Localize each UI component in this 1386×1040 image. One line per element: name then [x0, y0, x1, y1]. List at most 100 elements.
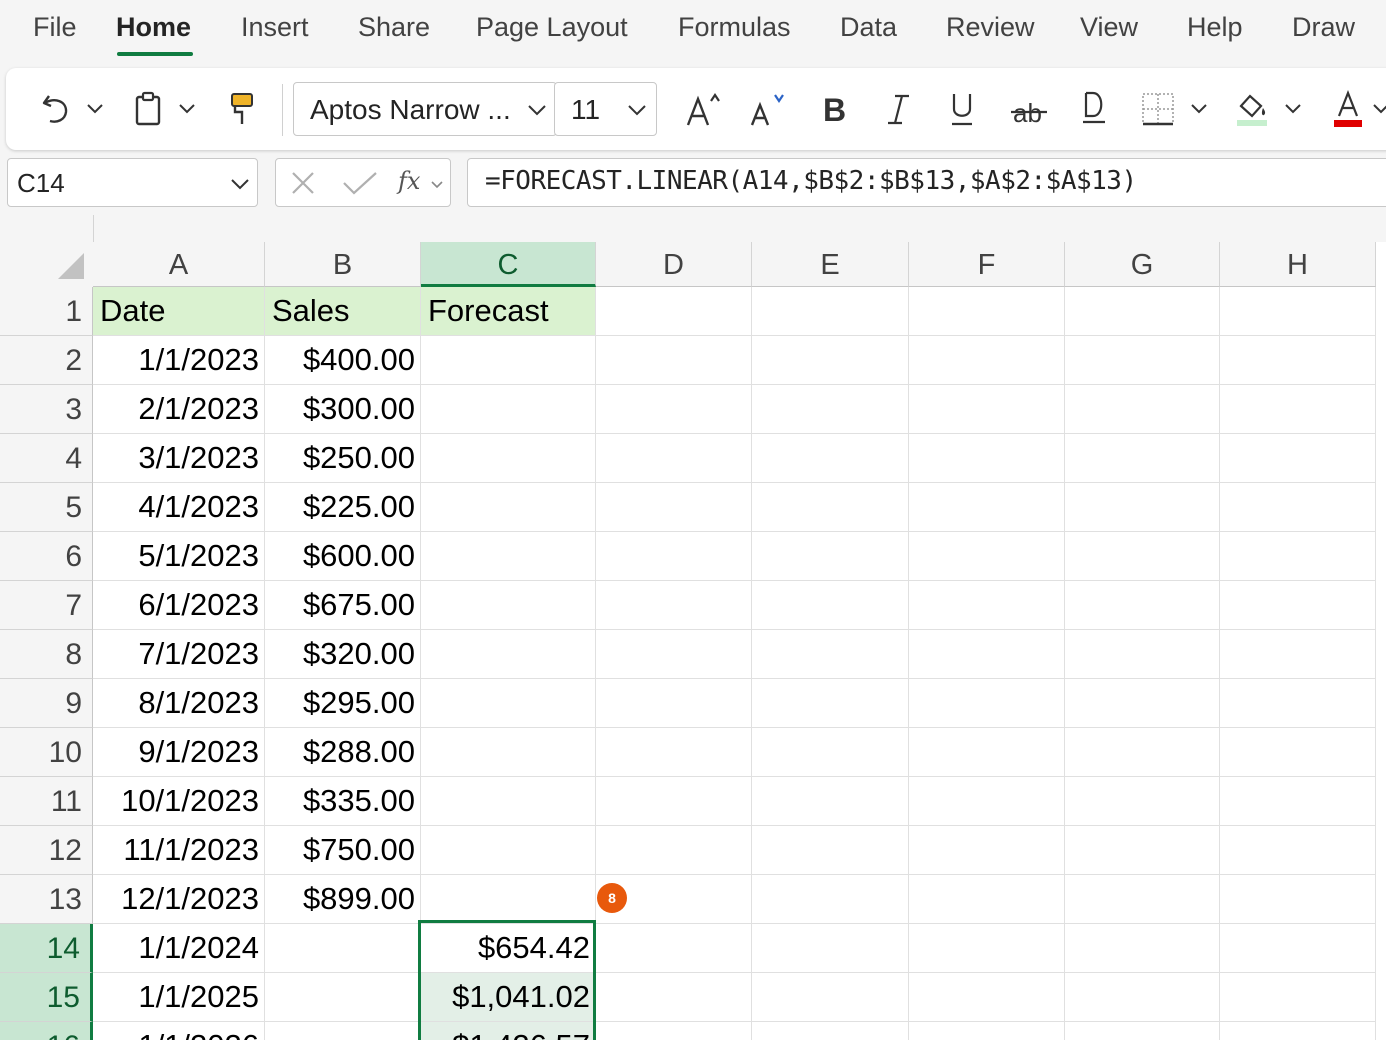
column-header-g[interactable]: G	[1065, 242, 1220, 287]
cell-c16[interactable]: $1,426.57	[421, 1022, 596, 1040]
cell-f7[interactable]	[909, 581, 1065, 630]
cell-g2[interactable]	[1065, 336, 1220, 385]
cell-c7[interactable]	[421, 581, 596, 630]
row-header-8[interactable]: 8	[0, 630, 93, 679]
cell-h3[interactable]	[1220, 385, 1376, 434]
cell-a4[interactable]: 3/1/2023	[93, 434, 265, 483]
cell-e13[interactable]	[752, 875, 909, 924]
tab-formulas[interactable]: Formulas	[678, 12, 791, 43]
borders-button[interactable]	[1138, 68, 1178, 150]
cell-c8[interactable]	[421, 630, 596, 679]
row-header-2[interactable]: 2	[0, 336, 93, 385]
paste-dropdown[interactable]	[176, 68, 198, 150]
fill-color-dropdown[interactable]	[1282, 68, 1304, 150]
decrease-font-button[interactable]	[746, 68, 790, 150]
cell-b15[interactable]	[265, 973, 421, 1022]
cell-h6[interactable]	[1220, 532, 1376, 581]
cell-h14[interactable]	[1220, 924, 1376, 973]
cell-c5[interactable]	[421, 483, 596, 532]
cell-d14[interactable]	[596, 924, 752, 973]
row-header-1[interactable]: 1	[0, 287, 93, 336]
row-header-16[interactable]: 16	[0, 1022, 93, 1040]
cell-c15[interactable]: $1,041.02	[421, 973, 596, 1022]
cell-b5[interactable]: $225.00	[265, 483, 421, 532]
cell-b4[interactable]: $250.00	[265, 434, 421, 483]
cell-d16[interactable]	[596, 1022, 752, 1040]
row-header-9[interactable]: 9	[0, 679, 93, 728]
select-all-corner[interactable]	[0, 215, 94, 287]
cell-f2[interactable]	[909, 336, 1065, 385]
tab-page-layout[interactable]: Page Layout	[476, 12, 628, 43]
cell-b14[interactable]	[265, 924, 421, 973]
cell-c1[interactable]: Forecast	[421, 287, 596, 336]
tab-share[interactable]: Share	[358, 12, 430, 43]
cell-f14[interactable]	[909, 924, 1065, 973]
cell-b10[interactable]: $288.00	[265, 728, 421, 777]
cell-h5[interactable]	[1220, 483, 1376, 532]
cell-g8[interactable]	[1065, 630, 1220, 679]
font-size-select[interactable]: 11	[554, 82, 657, 136]
cell-f9[interactable]	[909, 679, 1065, 728]
cell-c14[interactable]: $654.42	[421, 924, 596, 973]
cell-h7[interactable]	[1220, 581, 1376, 630]
cell-h12[interactable]	[1220, 826, 1376, 875]
increase-font-button[interactable]	[682, 68, 726, 150]
cell-a15[interactable]: 1/1/2025	[93, 973, 265, 1022]
cell-c9[interactable]	[421, 679, 596, 728]
cell-a6[interactable]: 5/1/2023	[93, 532, 265, 581]
cell-d12[interactable]	[596, 826, 752, 875]
cell-g12[interactable]	[1065, 826, 1220, 875]
cell-g4[interactable]	[1065, 434, 1220, 483]
font-name-select[interactable]: Aptos Narrow ...	[293, 82, 557, 136]
cell-f1[interactable]	[909, 287, 1065, 336]
cell-h1[interactable]	[1220, 287, 1376, 336]
tab-insert[interactable]: Insert	[241, 12, 309, 43]
cell-g14[interactable]	[1065, 924, 1220, 973]
cell-e14[interactable]	[752, 924, 909, 973]
cell-c12[interactable]	[421, 826, 596, 875]
row-header-12[interactable]: 12	[0, 826, 93, 875]
cell-b11[interactable]: $335.00	[265, 777, 421, 826]
row-header-6[interactable]: 6	[0, 532, 93, 581]
cell-e7[interactable]	[752, 581, 909, 630]
column-header-a[interactable]: A	[93, 242, 265, 287]
notification-badge[interactable]: 8	[597, 883, 627, 913]
column-header-b[interactable]: B	[265, 242, 421, 287]
cell-h16[interactable]	[1220, 1022, 1376, 1040]
double-underline-button[interactable]	[1074, 68, 1114, 150]
bold-button[interactable]: B	[814, 68, 854, 150]
cell-d11[interactable]	[596, 777, 752, 826]
cell-g16[interactable]	[1065, 1022, 1220, 1040]
cell-g10[interactable]	[1065, 728, 1220, 777]
row-header-15[interactable]: 15	[0, 973, 93, 1022]
cell-b8[interactable]: $320.00	[265, 630, 421, 679]
cell-a16[interactable]: 1/1/2026	[93, 1022, 265, 1040]
cell-c3[interactable]	[421, 385, 596, 434]
cell-a5[interactable]: 4/1/2023	[93, 483, 265, 532]
cell-g11[interactable]	[1065, 777, 1220, 826]
cell-a12[interactable]: 11/1/2023	[93, 826, 265, 875]
cell-f10[interactable]	[909, 728, 1065, 777]
cell-f5[interactable]	[909, 483, 1065, 532]
formula-input[interactable]: =FORECAST.LINEAR(A14,$B$2:$B$13,$A$2:$A$…	[467, 158, 1386, 207]
cell-f12[interactable]	[909, 826, 1065, 875]
cell-f11[interactable]	[909, 777, 1065, 826]
cell-g15[interactable]	[1065, 973, 1220, 1022]
cell-g7[interactable]	[1065, 581, 1220, 630]
font-color-button[interactable]	[1328, 68, 1368, 150]
cell-f8[interactable]	[909, 630, 1065, 679]
cell-a11[interactable]: 10/1/2023	[93, 777, 265, 826]
tab-draw[interactable]: Draw	[1292, 12, 1355, 43]
cell-e1[interactable]	[752, 287, 909, 336]
check-icon[interactable]	[342, 170, 378, 196]
fill-color-button[interactable]	[1232, 68, 1272, 150]
cell-d9[interactable]	[596, 679, 752, 728]
cell-a9[interactable]: 8/1/2023	[93, 679, 265, 728]
function-icon[interactable]: fx	[398, 167, 420, 195]
cell-b12[interactable]: $750.00	[265, 826, 421, 875]
cell-h10[interactable]	[1220, 728, 1376, 777]
cell-g13[interactable]	[1065, 875, 1220, 924]
name-box[interactable]: C14	[7, 158, 258, 207]
cell-e11[interactable]	[752, 777, 909, 826]
cell-b1[interactable]: Sales	[265, 287, 421, 336]
